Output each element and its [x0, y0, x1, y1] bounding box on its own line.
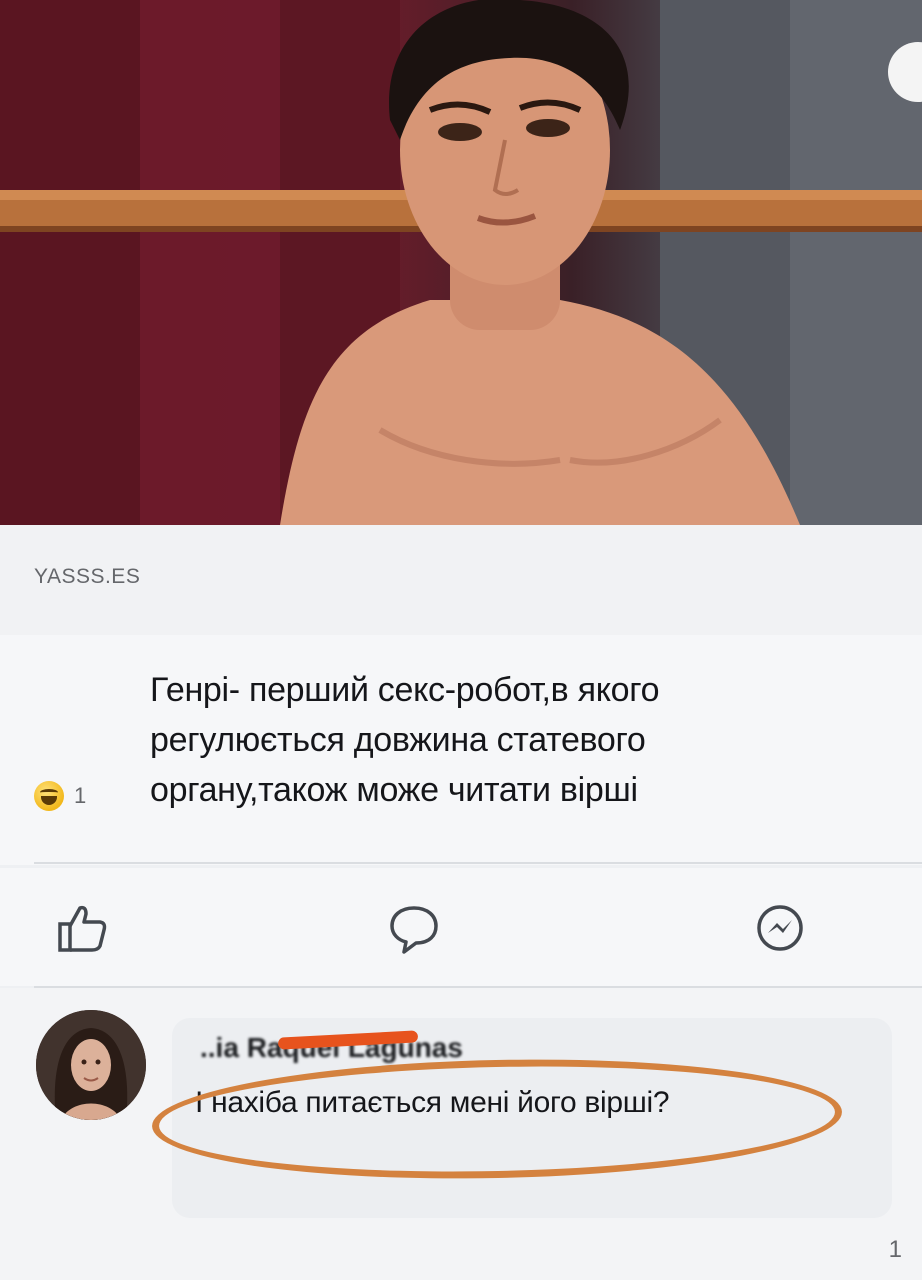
action-bar	[0, 868, 922, 986]
link-preview[interactable]: YASSS.ES	[0, 525, 922, 635]
robot-photo	[0, 0, 922, 525]
like-button[interactable]	[52, 898, 112, 958]
haha-icon	[34, 781, 64, 811]
comment-section: ..ia Raquel Lagunas І нахіба питається м…	[0, 988, 922, 1280]
post-image[interactable]	[0, 0, 922, 525]
facebook-post: YASSS.ES Генрі- перший секс-робот,в яког…	[0, 0, 922, 1280]
page-counter: 1	[888, 1236, 902, 1263]
like-icon	[58, 905, 107, 952]
link-source: YASSS.ES	[34, 565, 141, 588]
avatar[interactable]	[36, 1010, 146, 1120]
post-caption: Генрі- перший секс-робот,в якого регулює…	[150, 671, 660, 809]
comment-button[interactable]	[384, 898, 444, 958]
reaction-summary[interactable]: 1	[34, 781, 86, 811]
messenger-icon	[757, 905, 803, 951]
avatar-image	[36, 1010, 146, 1120]
divider	[34, 862, 922, 864]
post-caption-area: Генрі- перший секс-робот,в якого регулює…	[0, 635, 922, 865]
reaction-count: 1	[74, 783, 87, 808]
comment-icon	[390, 906, 438, 954]
messenger-button[interactable]	[750, 898, 810, 958]
